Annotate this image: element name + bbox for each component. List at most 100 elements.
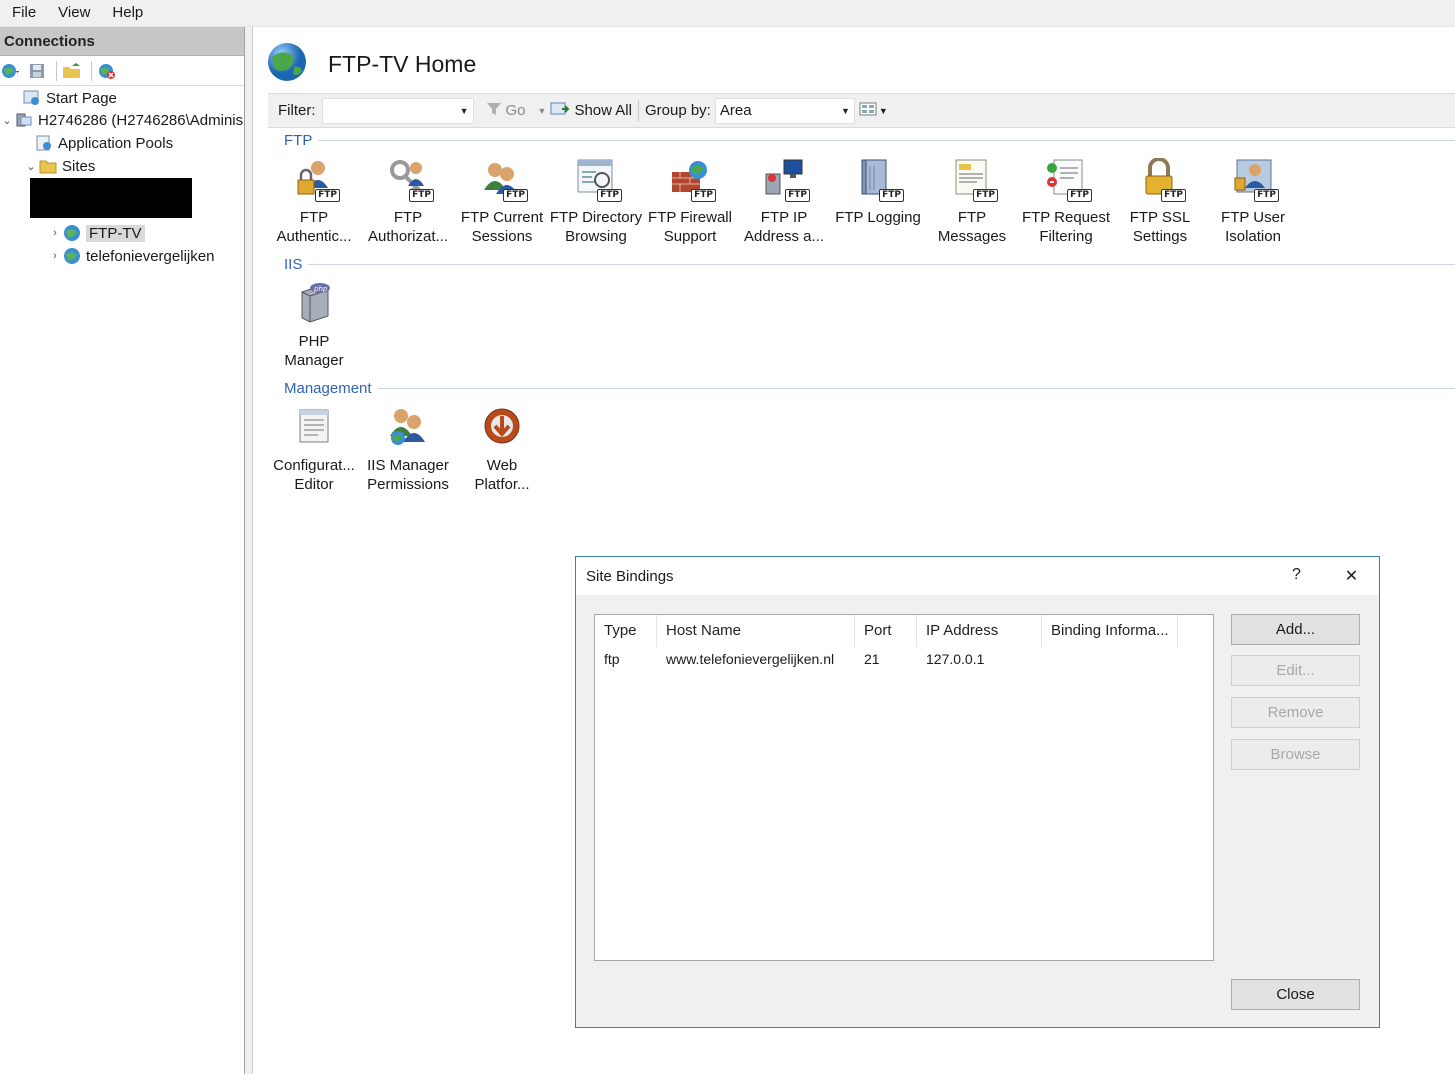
section-title: FTP <box>284 132 313 149</box>
page-title: FTP-TV Home <box>328 50 477 77</box>
close-button[interactable]: Close <box>1231 979 1360 1010</box>
collapse-chevron-icon[interactable]: ⌄ <box>0 114 14 127</box>
section-iis: IIS <box>284 256 1455 273</box>
globe-icon <box>266 41 308 87</box>
column-header-binding-info[interactable]: Binding Informa... <box>1042 615 1178 647</box>
users-icon: FTP <box>480 158 528 202</box>
up-folder-icon[interactable] <box>61 60 83 82</box>
feature-ftp-firewall-support[interactable]: FTP FTP Firewall Support <box>643 158 737 246</box>
tree-label: Sites <box>62 157 96 175</box>
bindings-table[interactable]: Type Host Name Port IP Address Binding I… <box>594 614 1214 961</box>
connect-globe-icon[interactable] <box>0 60 22 82</box>
menu-view[interactable]: View <box>50 2 98 24</box>
show-all-button[interactable]: Show All <box>550 101 632 121</box>
page-header: FTP-TV Home <box>266 41 476 87</box>
column-header-ip-address[interactable]: IP Address <box>917 615 1042 647</box>
browse-button[interactable]: Browse <box>1231 739 1360 770</box>
disconnect-icon[interactable] <box>96 60 118 82</box>
section-title: IIS <box>284 256 303 273</box>
expand-chevron-icon[interactable]: › <box>48 250 62 262</box>
padlock-icon: FTP <box>1138 157 1186 202</box>
filter-input[interactable]: ▼ <box>321 97 474 124</box>
key-icon: FTP <box>386 158 434 202</box>
feature-ftp-directory-browsing[interactable]: FTP FTP Directory Browsing <box>549 158 643 246</box>
tree-label: Application Pools <box>58 134 174 152</box>
grid-view-icon <box>859 101 877 121</box>
section-title: Management <box>284 380 372 397</box>
browse-icon: FTP <box>574 158 622 202</box>
table-row[interactable]: ftp www.telefonievergelijken.nl 21 127.0… <box>595 647 1213 671</box>
message-doc-icon: FTP <box>950 158 998 202</box>
feature-ftp-messages[interactable]: FTP FTP Messages <box>925 158 1019 246</box>
feature-ftp-request-filtering[interactable]: FTP FTP Request Filtering <box>1019 158 1113 246</box>
funnel-icon <box>486 102 502 120</box>
column-header-host-name[interactable]: Host Name <box>657 615 855 647</box>
pane-splitter[interactable] <box>245 27 253 1074</box>
menu-file[interactable]: File <box>4 2 44 24</box>
tree-item-server[interactable]: ⌄ H2746286 (H2746286\Adminis <box>0 109 243 131</box>
feature-ftp-ip-address[interactable]: FTP FTP IP Address a... <box>737 158 831 246</box>
tree-item-start-page[interactable]: Start Page <box>8 87 117 109</box>
dialog-titlebar[interactable]: Site Bindings ? ✕ <box>576 557 1379 595</box>
cell-host-name: www.telefonievergelijken.nl <box>666 651 835 667</box>
globe-icon <box>62 224 82 242</box>
dropdown-arrow-icon: ▼ <box>459 105 469 116</box>
tree-label: H2746286 (H2746286\Adminis <box>38 111 244 129</box>
feature-ftp-logging[interactable]: FTP FTP Logging <box>831 158 925 227</box>
tree-item-app-pools[interactable]: Application Pools <box>34 132 173 154</box>
tree-label: Start Page <box>46 89 117 107</box>
tree-item-telefonievergelijken[interactable]: › telefonievergelijken <box>48 245 214 267</box>
collapse-chevron-icon[interactable]: ⌄ <box>24 160 38 173</box>
globe-icon <box>62 247 82 265</box>
go-button[interactable]: Go ▼ <box>486 102 547 120</box>
config-doc-icon <box>292 406 336 450</box>
remove-button[interactable]: Remove <box>1231 697 1360 728</box>
save-icon[interactable] <box>26 60 48 82</box>
ip-monitor-icon: FTP <box>762 158 810 202</box>
dropdown-arrow-icon: ▼ <box>537 105 547 116</box>
column-header-type[interactable]: Type <box>595 615 657 647</box>
expand-chevron-icon[interactable]: › <box>48 227 62 239</box>
feature-ftp-current-sessions[interactable]: FTP FTP Current Sessions <box>455 158 549 246</box>
column-header-port[interactable]: Port <box>855 615 917 647</box>
table-header: Type Host Name Port IP Address Binding I… <box>595 615 1213 647</box>
show-all-icon <box>550 101 570 121</box>
tree-item-ftp-tv[interactable]: › FTP-TV <box>48 222 145 244</box>
site-bindings-dialog: Site Bindings ? ✕ Type Host Name Port IP… <box>575 556 1380 1028</box>
connections-header: Connections <box>0 27 244 56</box>
edit-button[interactable]: Edit... <box>1231 655 1360 686</box>
menu-help[interactable]: Help <box>104 2 151 24</box>
feature-ftp-ssl-settings[interactable]: FTP FTP SSL Settings <box>1113 157 1207 246</box>
menu-bar: File View Help <box>0 0 1455 27</box>
connections-pane: Connections Start Page ⌄ H2746286 (H2746… <box>0 27 245 1074</box>
feature-iis-manager-permissions[interactable]: IIS Manager Permissions <box>361 406 455 494</box>
app-pool-icon <box>34 134 54 152</box>
tree-label: telefonievergelijken <box>86 247 215 265</box>
logbook-icon: FTP <box>856 158 904 202</box>
feature-ftp-authentication[interactable]: FTP FTP Authentic... <box>267 158 361 246</box>
feature-configuration-editor[interactable]: Configurat... Editor <box>267 406 361 494</box>
group-by-select[interactable]: Area ▼ <box>714 97 855 124</box>
feature-ftp-user-isolation[interactable]: FTP FTP User Isolation <box>1206 158 1300 246</box>
php-server-icon: php <box>292 282 336 326</box>
group-by-label: Group by: <box>644 102 711 119</box>
section-management: Management <box>284 380 1455 397</box>
folder-icon <box>38 157 58 175</box>
firewall-icon: FTP <box>668 158 716 202</box>
tree-item-sites[interactable]: ⌄ Sites <box>24 155 95 177</box>
feature-ftp-authorization[interactable]: FTP FTP Authorizat... <box>361 158 455 246</box>
dropdown-arrow-icon: ▼ <box>840 105 850 116</box>
server-icon <box>14 111 34 129</box>
start-page-icon <box>22 89 42 107</box>
svg-text:php: php <box>313 285 328 293</box>
toolbar-separator <box>56 60 57 81</box>
toolbar-separator <box>91 60 92 81</box>
dialog-title: Site Bindings <box>586 567 674 585</box>
close-icon[interactable]: ✕ <box>1324 566 1379 586</box>
help-button[interactable]: ? <box>1269 566 1324 586</box>
view-mode-button[interactable]: ▼ <box>859 101 888 121</box>
feature-php-manager[interactable]: php PHP Manager <box>267 282 361 370</box>
add-button[interactable]: Add... <box>1231 614 1360 645</box>
feature-web-platform[interactable]: Web Platfor... <box>455 406 549 494</box>
cell-port: 21 <box>864 651 880 667</box>
